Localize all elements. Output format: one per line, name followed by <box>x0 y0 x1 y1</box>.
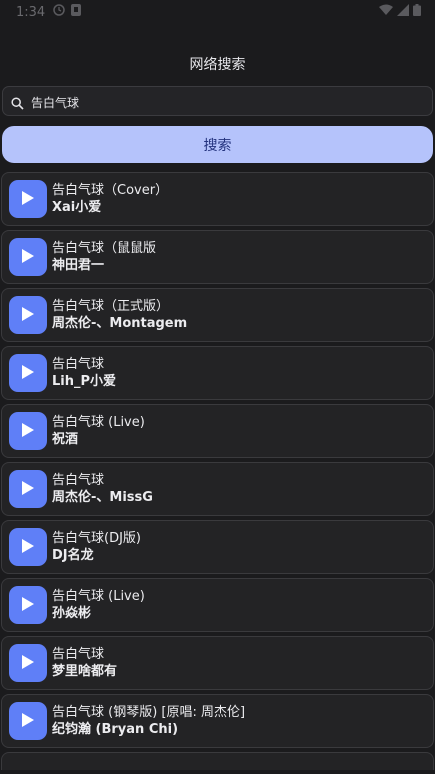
song-title: 告白气球 (Live) <box>52 415 145 430</box>
play-button[interactable] <box>9 586 47 624</box>
song-title: 告白气球(DJ版) <box>52 531 141 546</box>
song-artist: Xai小爱 <box>52 200 102 215</box>
song-artist: 周杰伦-、MissG <box>52 490 153 505</box>
status-system-icons <box>379 4 421 16</box>
list-item-partial[interactable] <box>1 752 434 770</box>
play-button[interactable] <box>9 180 47 218</box>
page-title: 网络搜索 <box>189 57 246 73</box>
signal-icon <box>397 4 409 16</box>
search-input-value[interactable]: 告白气球 <box>31 94 79 111</box>
battery-icon <box>413 4 421 16</box>
play-icon <box>22 712 34 731</box>
song-artist: 周杰伦-、Montagem <box>52 316 188 331</box>
play-button[interactable] <box>9 354 47 392</box>
list-item[interactable]: 告白气球 (Live) 祝酒 <box>1 404 434 458</box>
play-icon <box>22 480 34 499</box>
play-button[interactable] <box>9 238 47 276</box>
results-list: 告白气球（Cover） Xai小爱 告白气球（鼠鼠版 神田君一 告白气球（正式版） 周… <box>1 172 434 774</box>
play-icon <box>22 306 34 325</box>
play-button[interactable] <box>9 296 47 334</box>
list-item[interactable]: 告白气球（正式版） 周杰伦-、Montagem <box>1 288 434 342</box>
song-artist: 神田君一 <box>52 258 105 273</box>
wifi-icon <box>379 4 393 16</box>
status-time: 1:34 <box>16 5 46 20</box>
play-icon <box>22 190 34 209</box>
list-item[interactable]: 告白气球 (钢琴版) [原唱: 周杰伦] 纪钧瀚 (Bryan Chi) <box>1 694 434 748</box>
song-title: 告白气球（鼠鼠版 <box>52 241 157 256</box>
play-icon <box>22 654 34 673</box>
list-item[interactable]: 告白气球周杰伦-、MissG <box>1 462 434 516</box>
list-item[interactable]: 告白气球（Cover） Xai小爱 <box>1 172 434 226</box>
song-artist: 祝酒 <box>52 432 79 447</box>
notification-icon <box>71 4 81 16</box>
song-artist: 孙焱彬 <box>52 606 92 621</box>
play-icon <box>22 538 34 557</box>
play-icon <box>22 364 34 383</box>
song-title: 告白气球 <box>52 357 105 372</box>
play-button[interactable] <box>9 644 47 682</box>
status-notification-icons <box>53 4 81 16</box>
play-icon <box>22 248 34 267</box>
search-button[interactable]: 搜索 <box>2 126 433 163</box>
play-button[interactable] <box>9 470 47 508</box>
song-artist: Lih_P小爱 <box>52 374 117 389</box>
song-title: 告白气球 <box>52 473 105 488</box>
clock-icon <box>53 4 65 16</box>
list-item[interactable]: 告白气球 (Live) 孙焱彬 <box>1 578 434 632</box>
list-item[interactable]: 告白气球(DJ版) DJ名龙 <box>1 520 434 574</box>
song-title: 告白气球（正式版） <box>52 299 170 314</box>
play-icon <box>22 422 34 441</box>
song-title: 告白气球 <box>52 647 105 662</box>
list-item[interactable]: 告白气球 Lih_P小爱 <box>1 346 434 400</box>
song-title: 告白气球 (钢琴版) [原唱: 周杰伦] <box>52 705 246 720</box>
list-item[interactable]: 告白气球 梦里啥都有 <box>1 636 434 690</box>
play-icon <box>22 596 34 615</box>
status-bar: 1:34 <box>0 0 435 26</box>
list-item[interactable]: 告白气球（鼠鼠版 神田君一 <box>1 230 434 284</box>
song-artist: 梦里啥都有 <box>52 664 118 679</box>
song-title: 告白气球 (Live) <box>52 589 145 604</box>
song-title: 告白气球（Cover） <box>52 183 169 198</box>
search-input[interactable]: 告白气球 <box>2 86 433 116</box>
play-button[interactable] <box>9 528 47 566</box>
play-button[interactable] <box>9 702 47 740</box>
search-icon <box>11 95 24 114</box>
song-artist: 纪钧瀚 (Bryan Chi) <box>52 722 179 737</box>
song-artist: DJ名龙 <box>52 548 94 563</box>
play-button[interactable] <box>9 412 47 450</box>
